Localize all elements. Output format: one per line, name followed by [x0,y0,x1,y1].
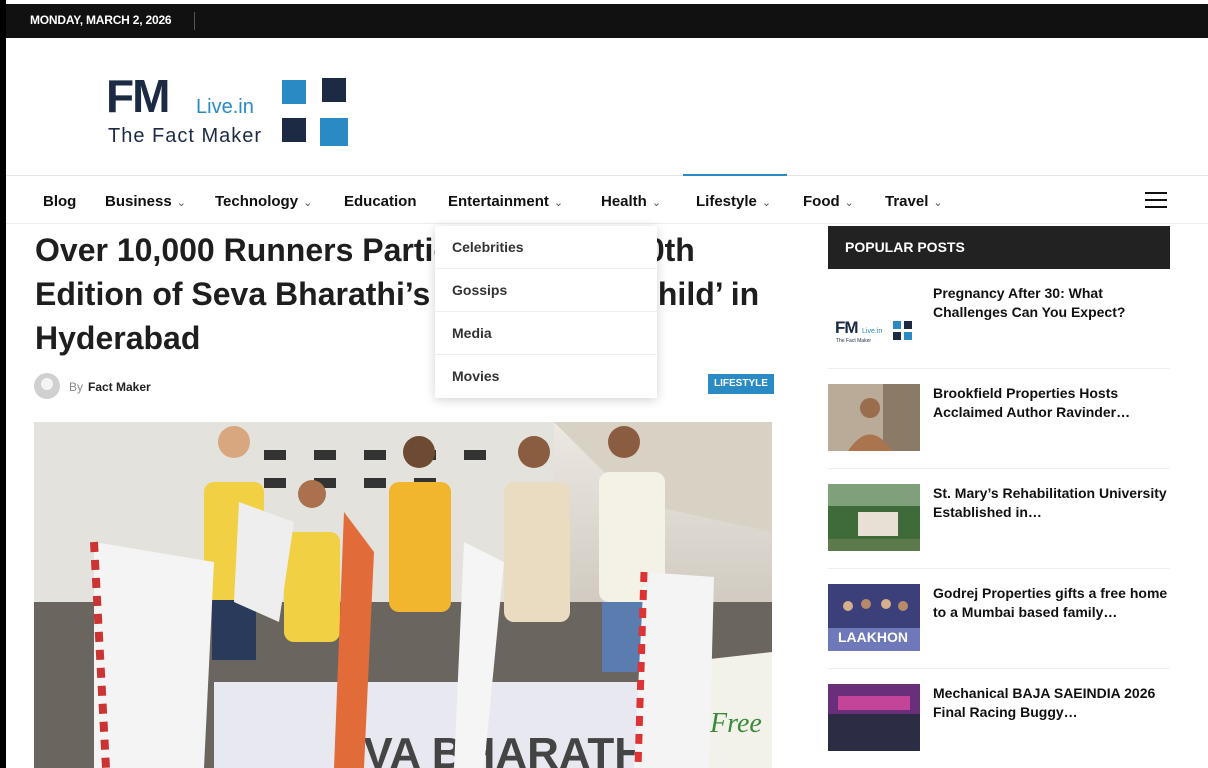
post-thumbnail[interactable] [828,684,920,751]
article-title: Over 10,000 Runners Participate in the 1… [35,232,760,356]
dropdown-item-movies[interactable]: Movies [435,355,657,398]
post-title[interactable]: Pregnancy After 30: What Challenges Can … [933,284,1170,322]
hamburger-bar [1145,206,1167,208]
thumb-stage-text: LAAKHON [838,629,908,645]
logo-square [320,118,348,146]
logo-square [322,78,346,102]
nav-item-health[interactable]: Health ⌄ [601,193,661,210]
post-divider [828,668,1170,669]
logo-livein: Live.in [196,96,254,118]
author-name[interactable]: Fact Maker [88,380,151,394]
nav-item-label: Business [105,193,172,210]
dropdown-item-celebrities[interactable]: Celebrities [435,226,657,269]
logo-square [282,80,306,104]
nav-item-technology[interactable]: Technology ⌄ [215,193,312,210]
post-thumbnail[interactable]: FM Live.in The Fact Maker [828,284,920,351]
dropdown-item-media[interactable]: Media [435,312,657,355]
nav-item-blog[interactable]: Blog [43,193,76,210]
nav-item-entertainment[interactable]: Entertainment ⌄ [448,193,563,210]
post-title[interactable]: Mechanical BAJA SAEINDIA 2026 Final Raci… [933,684,1170,722]
active-nav-indicator [683,174,787,176]
nav-item-education[interactable]: Education [344,193,417,210]
nav-item-lifestyle[interactable]: Lifestyle ⌄ [696,193,771,210]
hamburger-bar [1145,192,1167,194]
thumb-logo-fm: FM [835,318,858,337]
top-bar: MONDAY, MARCH 2, 2026 [6,4,1208,38]
thumb-logo-livein: Live.in [862,328,882,335]
popular-post[interactable]: Mechanical BAJA SAEINDIA 2026 Final Raci… [828,684,1170,768]
entertainment-dropdown: Celebrities Gossips Media Movies [435,226,657,398]
dropdown-item-gossips[interactable]: Gossips [435,269,657,312]
post-thumbnail[interactable] [828,384,920,451]
popular-post[interactable]: St. Mary’s Rehabilitation University Est… [828,484,1170,584]
date-label: MONDAY, MARCH 2, 2026 [30,13,172,27]
chevron-down-icon: ⌄ [176,197,186,209]
nav-item-label: Education [344,193,417,210]
hero-image: EVA BHARATHI Free [34,422,772,768]
category-badge[interactable]: LIFESTYLE [708,374,774,394]
nav-item-label: Food [803,193,840,210]
hamburger-bar [1145,199,1167,201]
nav-item-label: Technology [215,193,299,210]
hamburger-icon[interactable] [1145,192,1167,208]
chevron-down-icon: ⌄ [844,197,854,209]
group-photo-image [828,684,920,751]
nav-item-label: Travel [885,193,929,210]
fmlive-logo-icon: FM Live.in The Fact Maker [835,318,912,344]
campus-photo-image [828,484,920,551]
nav-item-label: Health [601,193,647,210]
post-divider [828,468,1170,469]
logo-tagline: The Fact Maker [108,125,263,147]
popular-post[interactable]: FM Live.in The Fact Maker Pregnancy Afte… [828,284,1170,384]
avatar[interactable] [34,373,60,399]
nav-item-business[interactable]: Business ⌄ [105,193,186,210]
post-thumbnail[interactable] [828,484,920,551]
by-label: By [69,380,84,394]
nav-item-label: Lifestyle [696,193,757,210]
svg-text:Free: Free [709,708,762,739]
nav-item-label: Blog [43,193,77,210]
post-title[interactable]: Brookfield Properties Hosts Acclaimed Au… [933,384,1170,422]
chevron-down-icon: ⌄ [553,197,564,209]
top-bar-divider [194,12,195,30]
post-title[interactable]: Godrej Properties gifts a free home to a… [933,584,1170,622]
hero-photo: EVA BHARATHI Free [34,422,772,768]
chevron-down-icon: ⌄ [303,197,313,209]
event-stage-image: LAAKHON [828,584,920,651]
main-nav: Blog Business ⌄ Technology ⌄ Education Ent… [6,174,1208,224]
post-divider [828,568,1170,569]
thumb-logo-tagline: The Fact Maker [836,338,871,344]
chevron-down-icon: ⌄ [651,197,662,209]
popular-posts-heading: POPULAR POSTS [828,226,1170,269]
window-frame [0,0,6,768]
logo-square [282,118,306,142]
site-logo[interactable]: FM Live.in The Fact Maker [106,72,356,152]
popular-post[interactable]: Brookfield Properties Hosts Acclaimed Au… [828,384,1170,484]
nav-item-food[interactable]: Food ⌄ [803,193,854,210]
nav-item-travel[interactable]: Travel ⌄ [885,193,943,210]
chevron-down-icon: ⌄ [761,197,772,209]
popular-post[interactable]: LAAKHON Godrej Properties gifts a free h… [828,584,1170,684]
chevron-down-icon: ⌄ [933,197,943,209]
post-divider [828,368,1170,369]
nav-item-label: Entertainment [448,193,549,210]
post-thumbnail[interactable]: LAAKHON [828,584,920,651]
logo-fm: FM [106,70,170,122]
post-title[interactable]: St. Mary’s Rehabilitation University Est… [933,484,1170,522]
hero-banner-text: EVA BHARATHI [334,729,658,768]
author-portrait-image [828,384,920,451]
